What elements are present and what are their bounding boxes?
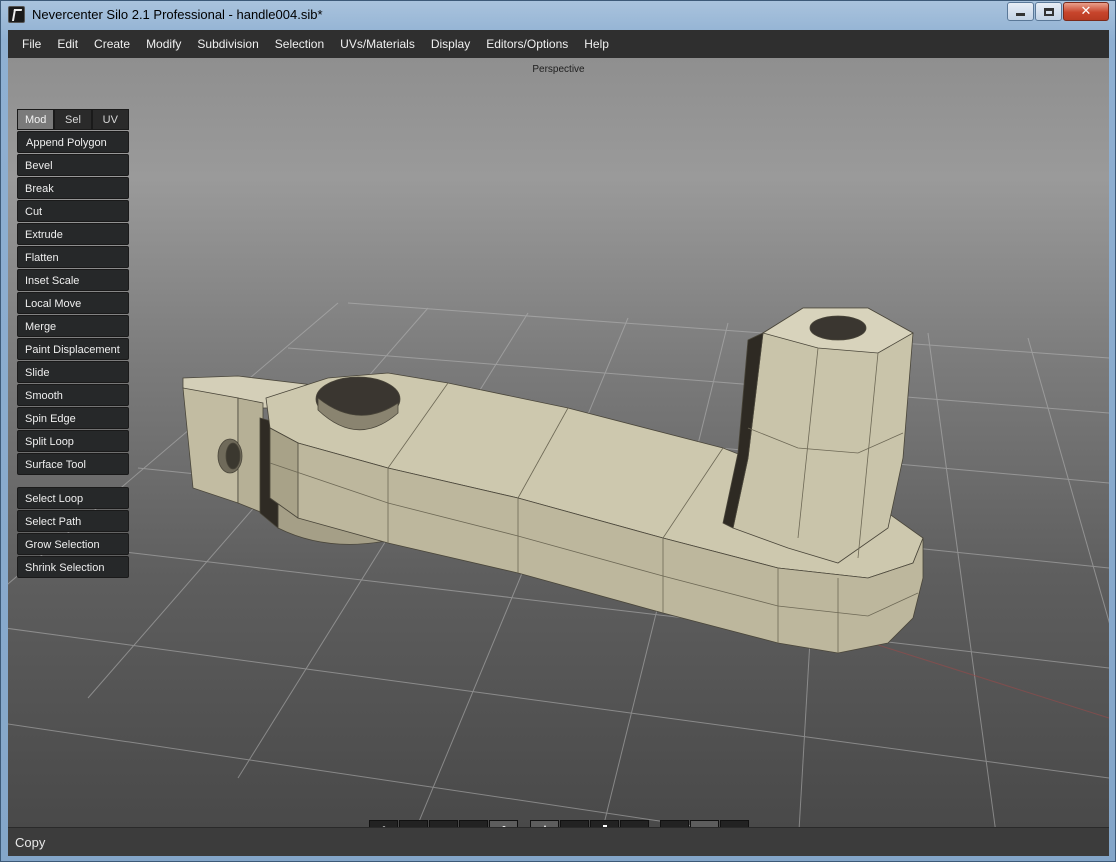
object-mode-button[interactable] <box>459 820 488 827</box>
window-title: Nevercenter Silo 2.1 Professional - hand… <box>32 7 323 22</box>
select-path-button[interactable]: Select Path <box>17 510 129 532</box>
menu-selection[interactable]: Selection <box>267 30 332 58</box>
viewport-scene <box>8 302 1109 827</box>
close-button[interactable]: ✕ <box>1063 2 1109 21</box>
manipulator-toolbar <box>530 820 649 827</box>
local-move-button[interactable]: Local Move <box>17 292 129 314</box>
tool-panel: Mod Sel UV Append Polygon Bevel Break Cu… <box>17 109 129 579</box>
tab-uv[interactable]: UV <box>91 109 129 130</box>
append-polygon-button[interactable]: Append Polygon <box>17 131 129 153</box>
menu-edit[interactable]: Edit <box>49 30 86 58</box>
move-manipulator-button[interactable] <box>530 820 559 827</box>
perspective-viewport[interactable]: Perspective Mod Sel UV Append Polygon Be… <box>8 58 1109 827</box>
vertex-mode-button[interactable] <box>369 820 398 827</box>
rotate-manipulator-button[interactable] <box>560 820 589 827</box>
slide-button[interactable]: Slide <box>17 361 129 383</box>
maximize-button[interactable] <box>1035 2 1062 21</box>
status-message: Copy <box>15 835 46 850</box>
all-mode-button[interactable] <box>489 820 518 827</box>
maximize-icon <box>1043 7 1054 16</box>
handle-model <box>182 307 924 654</box>
select-loop-button[interactable]: Select Loop <box>17 487 129 509</box>
silo-app-icon[interactable] <box>8 6 25 23</box>
client-area: File Edit Create Modify Subdivision Sele… <box>8 30 1109 856</box>
inset-scale-button[interactable]: Inset Scale <box>17 269 129 291</box>
menu-subdivision[interactable]: Subdivision <box>189 30 266 58</box>
paint-select-button[interactable] <box>720 820 749 827</box>
tab-sel[interactable]: Sel <box>54 109 92 130</box>
close-icon: ✕ <box>1080 4 1092 19</box>
break-button[interactable]: Break <box>17 177 129 199</box>
menu-editors-options[interactable]: Editors/Options <box>478 30 576 58</box>
menu-display[interactable]: Display <box>423 30 478 58</box>
bevel-button[interactable]: Bevel <box>17 154 129 176</box>
extrude-button[interactable]: Extrude <box>17 223 129 245</box>
grow-selection-button[interactable]: Grow Selection <box>17 533 129 555</box>
minimize-button[interactable] <box>1007 2 1034 21</box>
menu-file[interactable]: File <box>14 30 49 58</box>
menu-uvs-materials[interactable]: UVs/Materials <box>332 30 423 58</box>
face-mode-button[interactable] <box>429 820 458 827</box>
selection-mode-toolbar <box>369 820 518 827</box>
title-bar[interactable]: Nevercenter Silo 2.1 Professional - hand… <box>1 1 1115 29</box>
scale-manipulator-button[interactable] <box>590 820 619 827</box>
select-style-toolbar <box>660 820 749 827</box>
menu-modify[interactable]: Modify <box>138 30 189 58</box>
merge-button[interactable]: Merge <box>17 315 129 337</box>
universal-manipulator-button[interactable] <box>620 820 649 827</box>
status-bar: Copy <box>8 827 1109 856</box>
spin-edge-button[interactable]: Spin Edge <box>17 407 129 429</box>
split-loop-button[interactable]: Split Loop <box>17 430 129 452</box>
paint-displacement-button[interactable]: Paint Displacement <box>17 338 129 360</box>
menu-help[interactable]: Help <box>576 30 617 58</box>
shrink-selection-button[interactable]: Shrink Selection <box>17 556 129 578</box>
tab-mod[interactable]: Mod <box>17 109 55 130</box>
surface-tool-button[interactable]: Surface Tool <box>17 453 129 475</box>
rectangle-select-button[interactable] <box>690 820 719 827</box>
smooth-button[interactable]: Smooth <box>17 384 129 406</box>
lasso-select-button[interactable] <box>660 820 689 827</box>
cut-button[interactable]: Cut <box>17 200 129 222</box>
flatten-button[interactable]: Flatten <box>17 246 129 268</box>
minimize-icon <box>1016 13 1025 16</box>
tool-panel-divider <box>17 476 129 487</box>
tool-panel-tabs: Mod Sel UV <box>17 109 129 130</box>
edge-mode-button[interactable] <box>399 820 428 827</box>
viewport-label: Perspective <box>532 64 585 75</box>
app-window: Nevercenter Silo 2.1 Professional - hand… <box>0 0 1116 862</box>
menu-bar: File Edit Create Modify Subdivision Sele… <box>8 30 1109 58</box>
menu-create[interactable]: Create <box>86 30 138 58</box>
